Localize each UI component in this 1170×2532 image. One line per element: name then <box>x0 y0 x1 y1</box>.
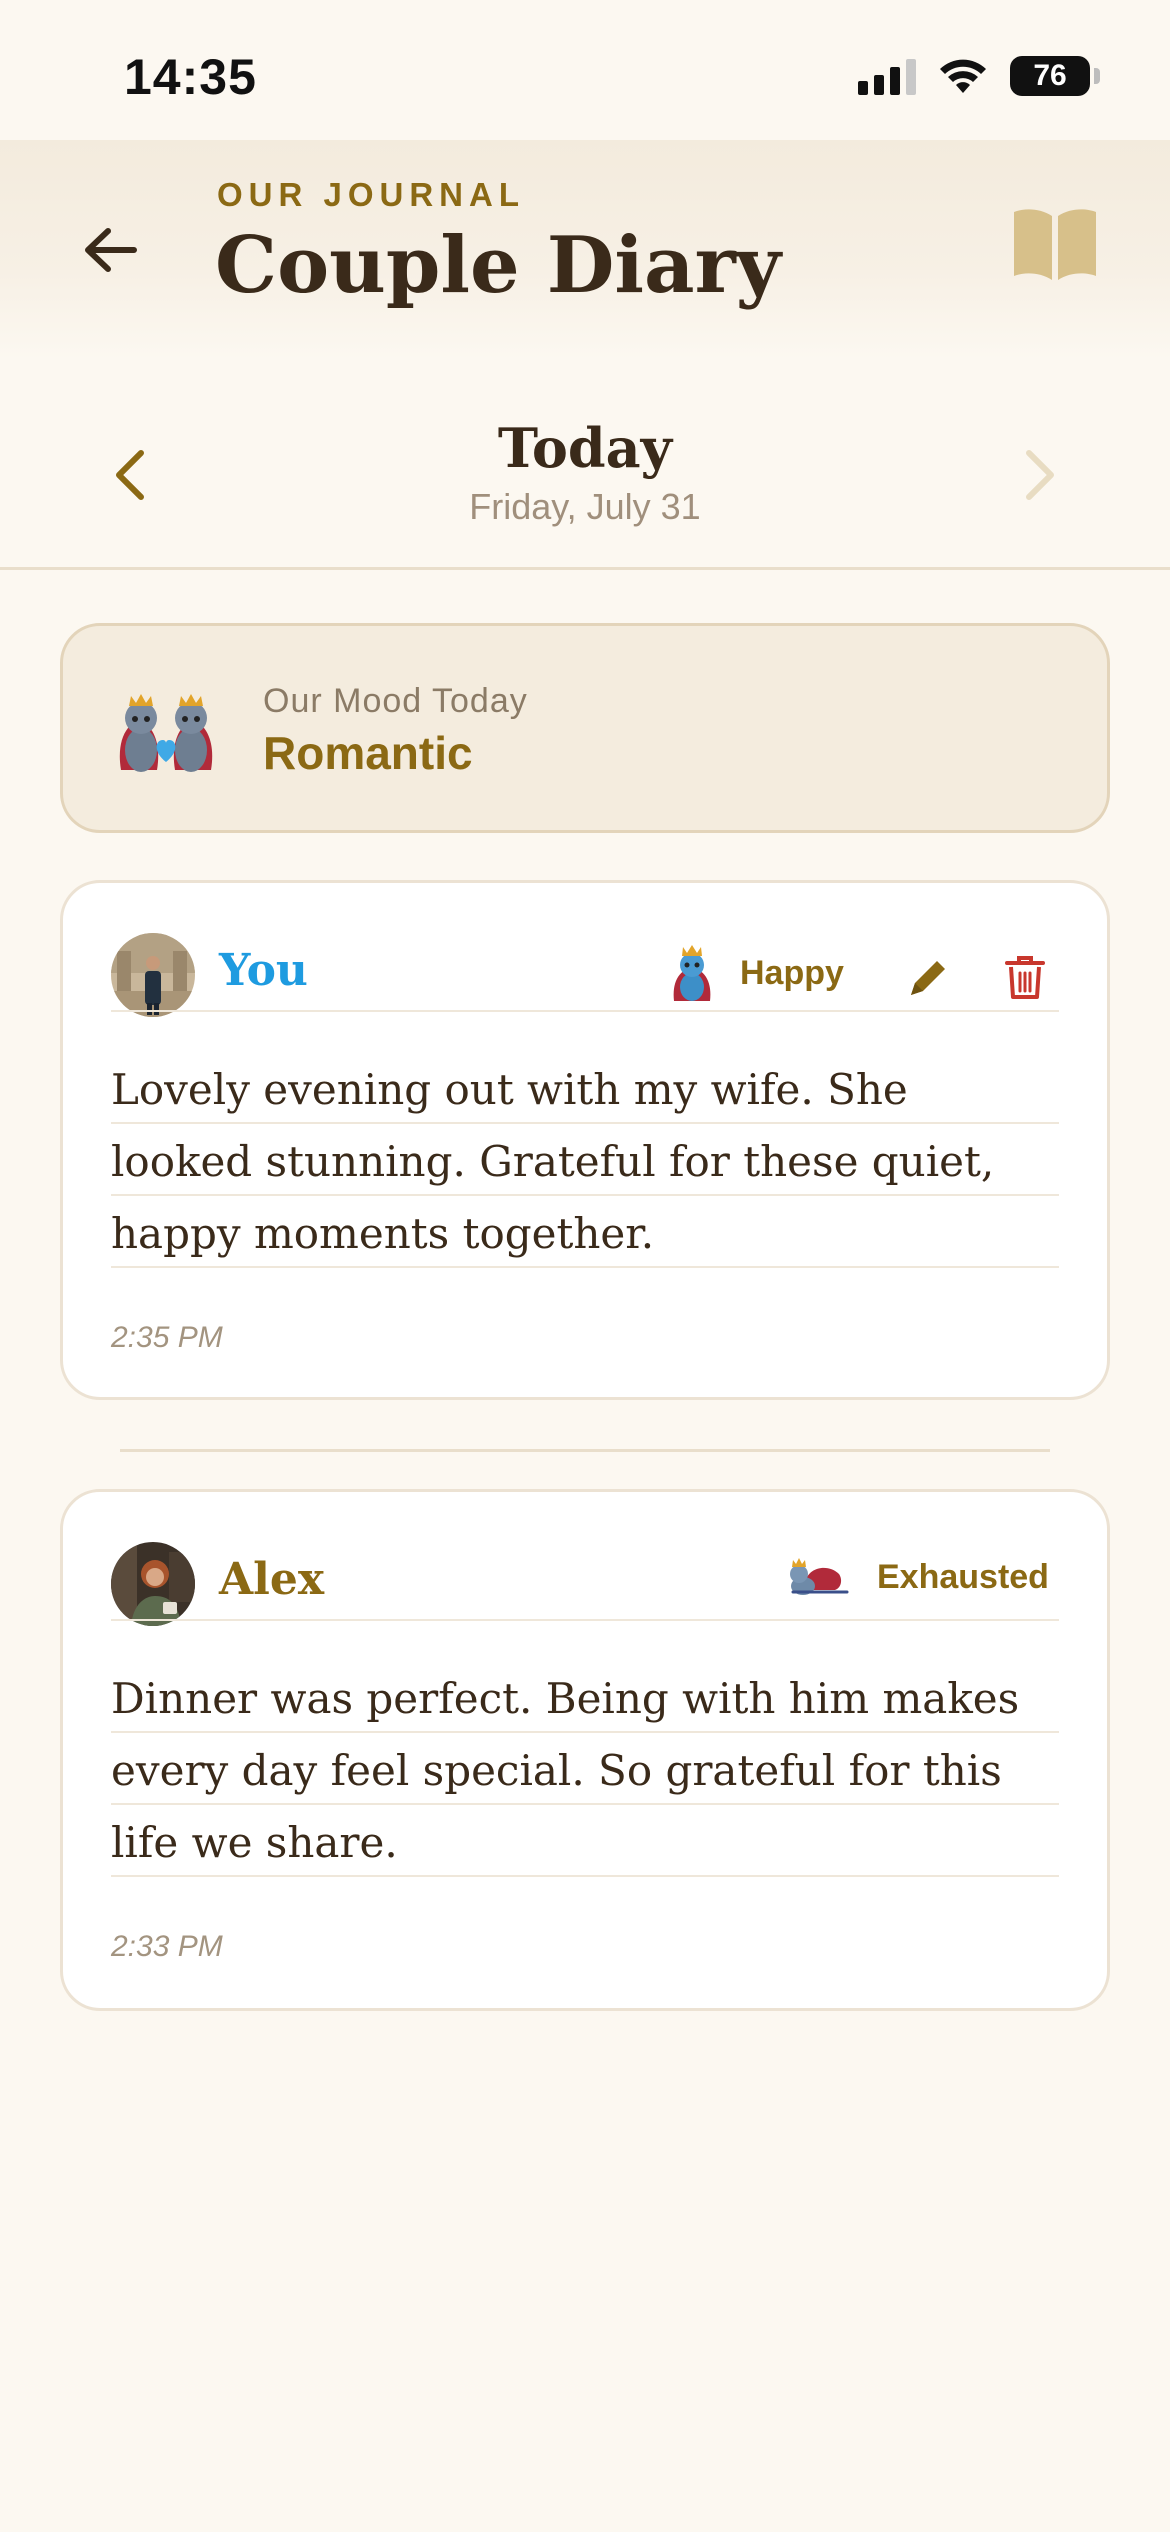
author-name: You <box>219 945 308 996</box>
status-time: 14:35 <box>124 49 257 105</box>
entry-text: Lovely evening out with my wife. She loo… <box>111 1058 1059 1274</box>
exhausted-cat-icon <box>790 1558 849 1595</box>
mood-label: Our Mood Today <box>263 682 528 720</box>
entry-mood-badge: Happy <box>666 943 844 1003</box>
entry-body: Dinner was perfect. Being with him makes… <box>111 1674 1020 1867</box>
page-title: Couple Diary <box>215 220 781 311</box>
wifi-icon <box>940 59 986 93</box>
avatar <box>111 1542 195 1626</box>
battery-level: 76 <box>1033 59 1067 92</box>
back-button[interactable] <box>70 210 150 290</box>
arrow-left-icon <box>85 228 137 272</box>
date-title: Today <box>497 416 673 480</box>
edit-entry-button[interactable] <box>905 955 951 1001</box>
app-header: OUR JOURNAL Couple Diary <box>0 140 1170 360</box>
mood-card: Our Mood Today Romantic <box>60 623 1110 833</box>
entry-timestamp: 2:35 PM <box>111 1321 223 1354</box>
status-bar: 14:35 76 <box>0 0 1170 140</box>
entries-divider <box>120 1449 1050 1452</box>
status-icons: 76 <box>858 56 1100 96</box>
chevron-right-icon <box>1026 450 1054 500</box>
entry-header-divider <box>111 1010 1059 1012</box>
battery-icon: 76 <box>1010 56 1100 96</box>
pencil-icon <box>911 961 945 995</box>
entry-mood-badge: Exhausted <box>783 1552 1049 1602</box>
trash-icon <box>1005 956 1045 999</box>
avatar <box>111 933 195 1017</box>
diary-entry-card: Alex Exhausted Dinner was perfect. Being… <box>60 1489 1110 2011</box>
entry-body: Lovely evening out with my wife. She loo… <box>111 1065 995 1258</box>
cellular-signal-icon <box>858 57 916 95</box>
header-eyebrow: OUR JOURNAL <box>217 176 526 213</box>
avatar-photo <box>111 933 195 1017</box>
mood-value: Romantic <box>263 727 473 779</box>
entry-mood-label: Exhausted <box>877 1557 1049 1596</box>
entry-text: Dinner was perfect. Being with him makes… <box>111 1667 1059 1883</box>
entry-header-divider <box>111 1619 1059 1621</box>
next-day-button[interactable] <box>1010 445 1070 505</box>
open-book-icon <box>1014 209 1096 280</box>
royal-cats-icon <box>119 694 213 772</box>
entry-timestamp: 2:33 PM <box>111 1930 223 1963</box>
date-subtitle: Friday, July 31 <box>469 486 701 527</box>
book-button[interactable] <box>1010 202 1100 282</box>
date-navigator: Today Friday, July 31 <box>0 400 1170 570</box>
delete-entry-button[interactable] <box>1003 953 1047 1001</box>
happy-cat-icon <box>673 945 711 1001</box>
entry-mood-label: Happy <box>740 953 844 992</box>
diary-entry-card: You Happy Lovely evening out with my wif… <box>60 880 1110 1400</box>
author-name: Alex <box>219 1554 325 1605</box>
avatar-photo <box>111 1542 195 1626</box>
